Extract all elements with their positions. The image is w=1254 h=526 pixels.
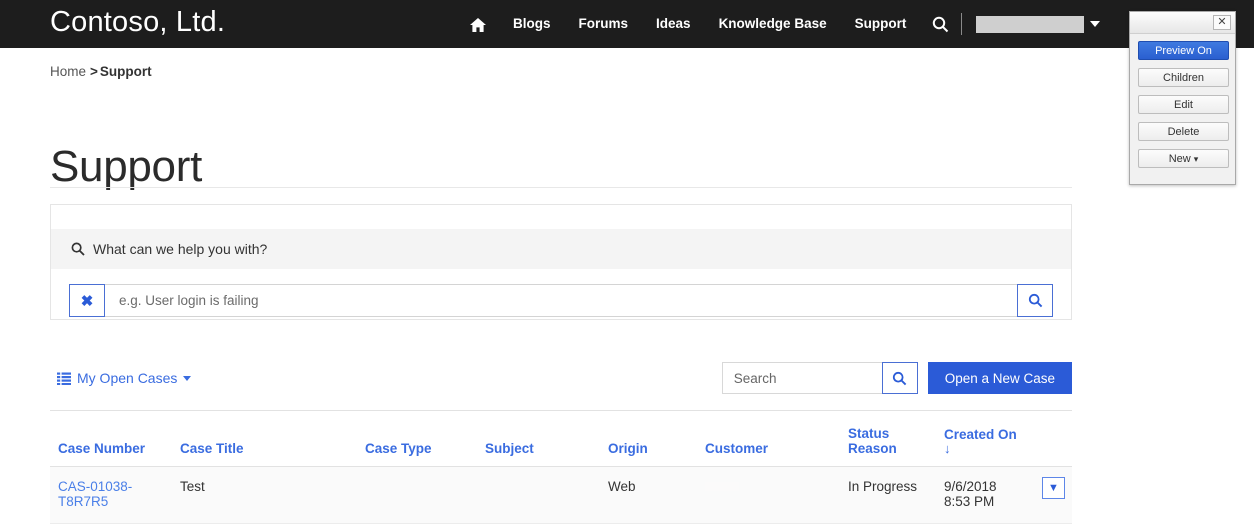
column-header-row-actions [1034,410,1072,467]
breadcrumb-link-home[interactable]: Home [50,64,86,79]
row-actions-chevron-down-icon[interactable]: ▼ [1042,477,1065,499]
editor-popup-header: ✕ [1130,12,1235,34]
nav-divider [961,13,963,35]
column-label: Subject [485,441,534,456]
title-divider [50,187,1072,188]
case-number-link[interactable]: CAS-01038-T8R7R5 [58,479,132,509]
editor-delete-button[interactable]: Delete [1138,122,1229,141]
nav-link-forums[interactable]: Forums [565,0,643,48]
toolbar-actions: Open a New Case [721,362,1072,394]
chevron-down-icon: ▾ [1193,154,1199,164]
open-new-case-button[interactable]: Open a New Case [927,362,1072,394]
case-list-toolbar: My Open Cases Open a New Case [50,360,1072,400]
site-brand[interactable]: Contoso, Ltd. [50,6,225,39]
close-x-icon[interactable]: ✕ [1213,15,1231,30]
cell-row-actions: ▼ [1034,466,1072,524]
knowledge-search-prompt-label: What can we help you with? [93,241,268,257]
editor-new-button[interactable]: New ▾ [1138,149,1229,168]
editor-children-button[interactable]: Children [1138,68,1229,87]
knowledge-search-submit-button[interactable] [1017,284,1053,317]
primary-nav: Blogs Forums Ideas Knowledge Base Suppor… [455,0,1101,48]
column-header-created-on[interactable]: Created On ↓ [936,410,1034,467]
breadcrumb-current: Support [99,64,152,79]
column-label: Case Type [365,441,432,456]
cell-created-on: 9/6/2018 8:53 PM [936,466,1034,524]
cell-customer [697,466,840,524]
cell-origin: Web [600,466,697,524]
cell-case-number: CAS-01038-T8R7R5 [50,466,172,524]
editor-new-label: New [1168,153,1191,165]
column-label: Created On [944,427,1017,442]
column-label: Case Title [180,441,244,456]
column-label: Customer [705,441,769,456]
search-button[interactable] [881,362,918,394]
knowledge-search-panel: What can we help you with? ✖ [50,204,1072,320]
home-icon[interactable] [469,17,486,32]
nav-link-blogs[interactable]: Blogs [499,0,565,48]
cases-table: Case Number Case Title Case Type Subject… [50,410,1072,524]
cell-status-reason: In Progress [840,466,936,524]
column-header-case-number[interactable]: Case Number [50,410,172,467]
cell-case-title: Test [172,466,357,524]
column-header-case-type[interactable]: Case Type [357,410,477,467]
knowledge-search-prompt: What can we help you with? [51,229,1071,269]
knowledge-search-input[interactable] [105,284,1017,317]
search-icon [71,242,85,256]
editor-preview-on-button[interactable]: Preview On [1138,41,1229,60]
column-label: Status Reason [848,426,897,456]
page-title: Support [50,142,203,192]
column-header-case-title[interactable]: Case Title [172,410,357,467]
column-header-status-reason[interactable]: Status Reason [840,410,936,467]
table-row[interactable]: CAS-01038-T8R7R5 Test Web In Progress 9/… [50,466,1072,524]
user-name-redacted[interactable] [976,15,1085,33]
sort-descending-icon: ↓ [944,441,951,456]
list-view-icon [57,372,71,385]
case-search [721,362,918,394]
top-navigation-bar: Contoso, Ltd. Blogs Forums Ideas Knowled… [0,0,1254,48]
view-selector-my-open-cases[interactable]: My Open Cases [57,370,192,386]
panel-top-strip [51,205,1071,229]
customer-value-redacted [705,482,739,491]
breadcrumb: Home > Support [50,64,152,79]
search-icon[interactable] [932,16,949,33]
column-header-customer[interactable]: Customer [697,410,840,467]
clear-x-icon[interactable]: ✖ [69,284,105,317]
view-selector-label: My Open Cases [77,370,178,386]
column-label: Case Number [58,441,146,456]
chevron-down-icon [183,375,192,381]
column-header-origin[interactable]: Origin [600,410,697,467]
cell-subject [477,466,600,524]
nav-link-knowledge-base[interactable]: Knowledge Base [705,0,841,48]
column-label: Origin [608,441,648,456]
nav-link-support[interactable]: Support [841,0,921,48]
knowledge-search-input-row: ✖ [69,284,1053,317]
editor-popup-body: Preview On Children Edit Delete New ▾ [1130,34,1235,184]
breadcrumb-separator: > [90,64,98,79]
nav-link-ideas[interactable]: Ideas [642,0,705,48]
content-editor-popup: ✕ Preview On Children Edit Delete New ▾ [1129,11,1236,185]
cell-case-type [357,466,477,524]
editor-edit-button[interactable]: Edit [1138,95,1229,114]
column-header-subject[interactable]: Subject [477,410,600,467]
search-input[interactable] [721,362,882,394]
table-header-row: Case Number Case Title Case Type Subject… [50,410,1072,467]
chevron-down-icon[interactable] [1090,21,1101,27]
